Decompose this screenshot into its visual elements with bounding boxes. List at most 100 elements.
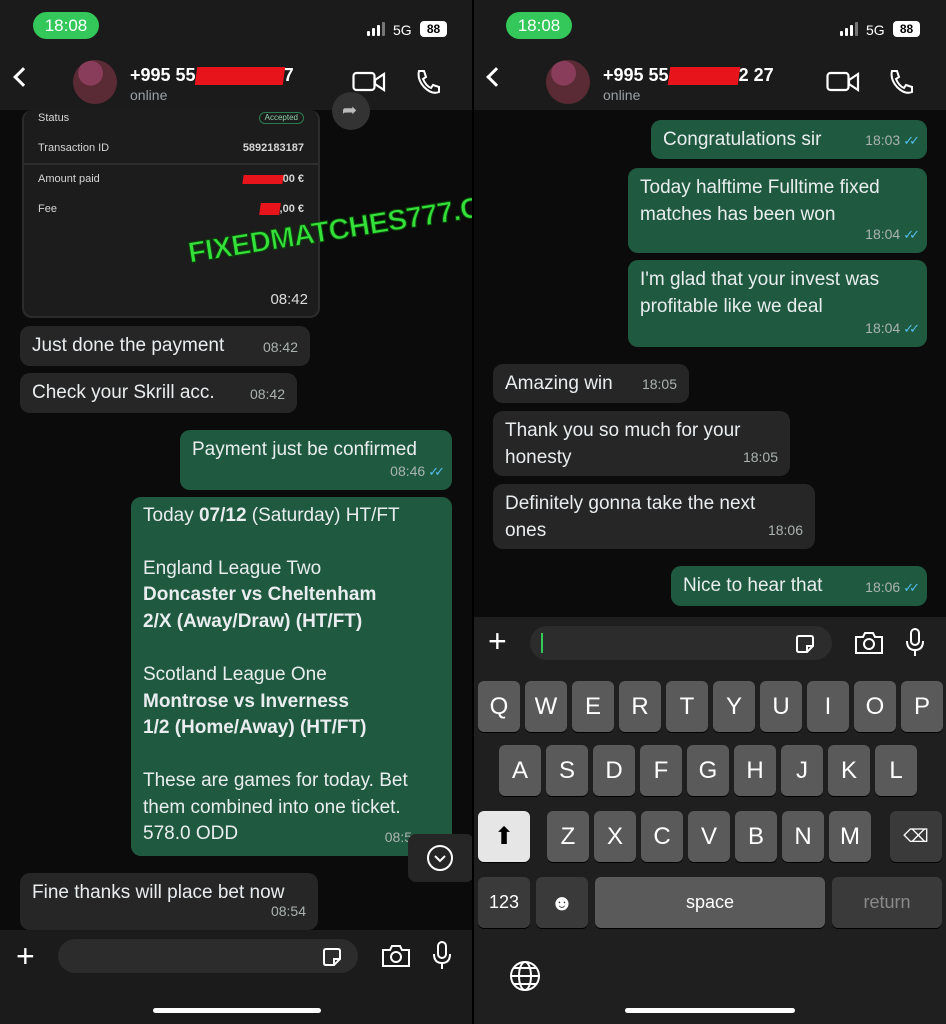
message-input[interactable] (58, 939, 358, 973)
key-d[interactable]: D (593, 745, 635, 796)
message-incoming[interactable]: Amazing win 18:05 (493, 364, 689, 403)
message-text: Nice to hear that (683, 575, 823, 596)
contact-name[interactable]: +995 55 7 (130, 65, 294, 86)
contact-name[interactable]: +995 55 2 27 (603, 65, 774, 86)
receipt-row-transaction: Transaction ID 5892183187 (38, 142, 304, 154)
back-chevron-icon[interactable] (486, 67, 506, 87)
chat-header: +995 55 7 online (0, 52, 472, 110)
emoji-key[interactable]: ☻ (536, 877, 588, 928)
payment-receipt-image[interactable]: Status Accepted Transaction ID 5892183187 … (22, 110, 320, 318)
message-incoming[interactable]: Thank you so much for your honesty 18:05 (493, 411, 790, 476)
signal-icon (367, 22, 385, 36)
globe-icon[interactable] (509, 960, 541, 992)
key-f[interactable]: F (640, 745, 682, 796)
key-q[interactable]: Q (478, 681, 520, 732)
network-label: 5G (393, 22, 412, 38)
shift-key[interactable]: ⬆ (478, 811, 530, 862)
voice-call-icon[interactable] (414, 68, 440, 96)
key-p[interactable]: P (901, 681, 943, 732)
key-n[interactable]: N (782, 811, 824, 862)
key-v[interactable]: V (688, 811, 730, 862)
key-c[interactable]: C (641, 811, 683, 862)
chat-header: +995 55 2 27 online (474, 52, 946, 110)
key-h[interactable]: H (734, 745, 776, 796)
message-incoming[interactable]: Just done the payment 08:42 (20, 326, 310, 366)
message-incoming[interactable]: Definitely gonna take the next ones 18:06 (493, 484, 815, 549)
key-s[interactable]: S (546, 745, 588, 796)
key-u[interactable]: U (760, 681, 802, 732)
key-m[interactable]: M (829, 811, 871, 862)
message-text: Amazing win (505, 373, 613, 394)
match-name: Montrose vs Inverness (143, 690, 349, 712)
numbers-key[interactable]: 123 (478, 877, 530, 928)
message-text: Congratulations sir (663, 129, 822, 150)
key-a[interactable]: A (499, 745, 541, 796)
scroll-down-button[interactable] (408, 834, 472, 882)
message-incoming[interactable]: Check your Skrill acc. 08:42 (20, 373, 297, 413)
plus-icon[interactable]: + (16, 938, 35, 975)
message-outgoing[interactable]: Payment just be confirmed 08:46 ✓✓ (180, 430, 452, 490)
message-text: Fine thanks will place bet now (32, 882, 285, 903)
message-outgoing[interactable]: Today halftime Fulltime fixed matches ha… (628, 168, 927, 253)
message-incoming[interactable]: Fine thanks will place bet now 08:54 (20, 873, 318, 930)
key-i[interactable]: I (807, 681, 849, 732)
league-name: England League Two (143, 557, 322, 579)
video-call-icon[interactable] (826, 70, 860, 94)
name-suffix: 2 27 (738, 65, 774, 85)
row-label: Status (38, 112, 70, 124)
message-time: 18:04 ✓✓ (865, 226, 920, 242)
read-ticks-icon: ✓✓ (428, 464, 445, 479)
receipt-row-fee: Fee ,00 € (38, 203, 304, 216)
backspace-key[interactable]: ⌫ (890, 811, 942, 862)
row-label: Fee (38, 203, 57, 215)
space-key[interactable]: space (595, 877, 825, 928)
contact-status: online (130, 87, 168, 103)
key-e[interactable]: E (572, 681, 614, 732)
avatar[interactable] (73, 60, 117, 104)
voice-call-icon[interactable] (887, 68, 913, 96)
key-x[interactable]: X (594, 811, 636, 862)
avatar[interactable] (546, 60, 590, 104)
forward-button[interactable]: ➦ (332, 92, 370, 130)
sticker-icon[interactable] (794, 633, 816, 655)
network-label: 5G (866, 22, 885, 38)
plus-icon[interactable]: + (488, 623, 507, 660)
sticker-icon[interactable] (321, 946, 343, 968)
key-z[interactable]: Z (547, 811, 589, 862)
key-t[interactable]: T (666, 681, 708, 732)
row-label: Amount paid (38, 173, 100, 185)
key-b[interactable]: B (735, 811, 777, 862)
key-w[interactable]: W (525, 681, 567, 732)
microphone-icon[interactable] (905, 628, 925, 658)
message-outgoing[interactable]: I'm glad that your invest was profitable… (628, 260, 927, 347)
message-input[interactable] (530, 626, 832, 660)
message-text: Payment just be confirmed (192, 439, 417, 460)
microphone-icon[interactable] (432, 941, 452, 971)
message-text: Just done the payment (32, 335, 225, 356)
signal-icon (840, 22, 858, 36)
key-k[interactable]: K (828, 745, 870, 796)
chat-screen-left: 18:08 5G 88 +995 55 7 online Status Accept… (0, 0, 472, 1024)
status-time: 18:08 (33, 12, 99, 39)
camera-icon[interactable] (854, 631, 884, 655)
camera-icon[interactable] (381, 944, 411, 968)
message-time: 08:42 (270, 291, 308, 308)
read-ticks-icon: ✓✓ (903, 321, 920, 336)
status-badge: Accepted (258, 112, 304, 124)
message-outgoing[interactable]: Nice to hear that 18:06 ✓✓ (671, 566, 927, 606)
message-time: 08:46 ✓✓ (390, 463, 445, 479)
row-label: Transaction ID (38, 142, 110, 154)
key-j[interactable]: J (781, 745, 823, 796)
back-chevron-icon[interactable] (13, 67, 33, 87)
message-outgoing[interactable]: Congratulations sir 18:03 ✓✓ (651, 120, 927, 159)
key-y[interactable]: Y (713, 681, 755, 732)
battery-icon: 88 (893, 21, 920, 37)
text-cursor (541, 633, 543, 653)
return-key[interactable]: return (832, 877, 942, 928)
message-outgoing-tips[interactable]: Today 07/12 (Saturday) HT/FT England Lea… (131, 497, 452, 856)
key-g[interactable]: G (687, 745, 729, 796)
key-o[interactable]: O (854, 681, 896, 732)
video-call-icon[interactable] (352, 70, 386, 94)
key-l[interactable]: L (875, 745, 917, 796)
key-r[interactable]: R (619, 681, 661, 732)
